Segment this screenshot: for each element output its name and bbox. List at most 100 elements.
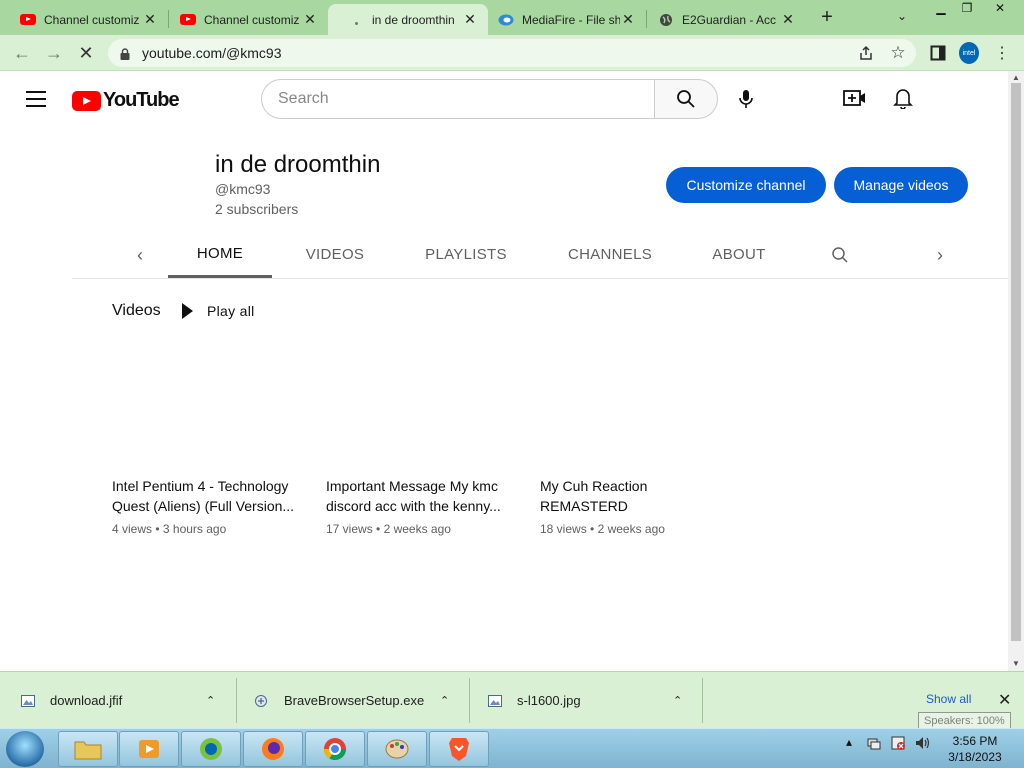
close-tab-icon[interactable]: ✕ — [302, 11, 318, 28]
play-all-label: Play all — [207, 303, 255, 319]
start-button[interactable] — [6, 731, 44, 767]
bookmark-star-icon[interactable]: ☆ — [888, 43, 908, 63]
youtube-icon — [180, 12, 196, 28]
video-thumbnail[interactable] — [326, 346, 516, 466]
forward-arrow-icon[interactable]: → — [42, 41, 66, 65]
show-all-downloads-link[interactable]: Show all — [926, 692, 971, 706]
download-filename: download.jfif — [50, 693, 123, 708]
chevron-up-icon[interactable]: ⌃ — [673, 694, 682, 707]
restore-icon[interactable]: ❐ — [954, 0, 980, 18]
new-tab-button[interactable]: + — [818, 6, 836, 28]
video-add-icon — [843, 90, 865, 106]
close-tab-icon[interactable]: ✕ — [620, 11, 636, 28]
brave-taskbar-button[interactable] — [429, 731, 489, 767]
browser-tab-2[interactable]: Channel customiz ✕ — [160, 4, 328, 35]
system-clock[interactable]: 3:56 PM 3/18/2023 — [940, 733, 1010, 765]
address-bar[interactable]: youtube.com/@kmc93 — [108, 39, 916, 67]
browser-tab-4[interactable]: MediaFire - File sh ✕ — [478, 4, 646, 35]
show-hidden-icons-icon[interactable]: ▴ — [846, 735, 852, 749]
tab-about[interactable]: ABOUT — [692, 231, 786, 278]
minimize-icon[interactable]: ▁ — [928, 0, 954, 18]
close-tab-icon[interactable]: ✕ — [462, 11, 478, 28]
tab-videos[interactable]: VIDEOS — [282, 231, 388, 278]
close-shelf-icon[interactable]: ✕ — [998, 690, 1011, 710]
videos-section-title: Videos — [112, 302, 161, 319]
firefox-icon — [262, 738, 284, 760]
paint-taskbar-button[interactable] — [367, 731, 427, 767]
tab-home[interactable]: HOME — [168, 231, 272, 278]
scroll-down-icon[interactable]: ▼ — [1012, 659, 1020, 668]
youtube-wordmark: YouTube — [103, 89, 180, 111]
lock-icon — [120, 47, 130, 60]
windows-taskbar: ▴ 3:56 PM 3/18/2023 — [0, 728, 1024, 768]
youtube-icon — [20, 12, 36, 28]
intel-app-taskbar-button[interactable] — [181, 731, 241, 767]
hamburger-menu-icon[interactable] — [26, 91, 46, 107]
scroll-up-icon[interactable]: ▲ — [1012, 73, 1020, 82]
tab-playlists[interactable]: PLAYLISTS — [410, 231, 522, 278]
media-player-icon — [139, 740, 159, 758]
notifications-button[interactable] — [888, 83, 918, 113]
video-card[interactable]: My Cuh Reaction REMASTERD 18 views • 2 w… — [540, 346, 730, 536]
search-button[interactable] — [654, 79, 718, 119]
chrome-taskbar-button[interactable] — [305, 731, 365, 767]
play-all-button[interactable]: Play all — [182, 303, 255, 319]
video-title[interactable]: My Cuh Reaction REMASTERD — [540, 476, 730, 516]
loading-icon — [348, 12, 364, 28]
page-scrollbar[interactable]: ▲ ▼ — [1008, 71, 1024, 671]
chevron-up-icon[interactable]: ⌃ — [440, 694, 449, 707]
download-item[interactable]: s-l1600.jpg ⌃ — [487, 672, 703, 729]
microphone-icon — [739, 90, 753, 108]
side-panel-icon[interactable] — [928, 43, 948, 63]
video-thumbnail[interactable] — [112, 346, 302, 466]
download-item[interactable]: BraveBrowserSetup.exe ⌃ — [254, 672, 470, 729]
back-arrow-icon[interactable]: ← — [10, 41, 34, 65]
action-center-warning-icon[interactable] — [890, 735, 906, 754]
browser-tab-1[interactable]: Channel customiz ✕ — [0, 4, 168, 35]
brave-lion-icon — [449, 738, 469, 761]
clock-date: 3/18/2023 — [948, 750, 1002, 764]
chevron-right-icon[interactable]: › — [930, 245, 950, 265]
download-item[interactable]: download.jfif ⌃ — [20, 672, 236, 729]
url-text[interactable]: youtube.com/@kmc93 — [142, 45, 916, 61]
stop-loading-icon[interactable]: ✕ — [74, 41, 98, 65]
video-title[interactable]: Important Message My kmc discord acc wit… — [326, 476, 516, 516]
browser-tab-5[interactable]: E2Guardian - Acc ✕ — [638, 4, 806, 35]
close-tab-icon[interactable]: ✕ — [142, 11, 158, 28]
mediafire-icon — [498, 12, 514, 28]
video-meta: 18 views • 2 weeks ago — [540, 522, 665, 536]
close-tab-icon[interactable]: ✕ — [780, 11, 796, 28]
tab-channels[interactable]: CHANNELS — [552, 231, 668, 278]
subscriber-count: 2 subscribers — [215, 201, 299, 217]
share-icon[interactable] — [856, 43, 876, 63]
video-card[interactable]: Important Message My kmc discord acc wit… — [326, 346, 516, 536]
tab-title: in de droomthin — [372, 12, 455, 27]
channel-search-icon[interactable] — [830, 245, 850, 265]
customize-channel-button[interactable]: Customize channel — [666, 167, 826, 203]
channel-handle: @kmc93 — [215, 181, 271, 197]
profile-avatar[interactable]: intel — [959, 42, 979, 64]
browser-tab-3[interactable]: in de droomthin ✕ — [328, 4, 488, 35]
media-player-taskbar-button[interactable] — [119, 731, 179, 767]
create-video-button[interactable] — [840, 83, 870, 113]
search-input[interactable] — [278, 90, 655, 108]
manage-videos-button[interactable]: Manage videos — [834, 167, 968, 203]
download-filename: BraveBrowserSetup.exe — [284, 693, 425, 708]
close-window-icon[interactable]: ✕ — [982, 0, 1018, 18]
voice-search-button[interactable] — [730, 83, 762, 115]
scrollbar-thumb[interactable] — [1011, 83, 1021, 641]
file-explorer-taskbar-button[interactable] — [58, 731, 118, 767]
firefox-taskbar-button[interactable] — [243, 731, 303, 767]
chevron-up-icon[interactable]: ⌃ — [206, 694, 215, 707]
tab-search-chevron-icon[interactable]: ⌄ — [897, 9, 907, 23]
youtube-logo[interactable]: YouTube — [72, 89, 180, 112]
paint-palette-icon — [385, 739, 409, 759]
browser-menu-icon[interactable]: ⋮ — [992, 43, 1012, 63]
video-title[interactable]: Intel Pentium 4 - Technology Quest (Alie… — [112, 476, 302, 516]
speaker-volume-icon[interactable] — [914, 735, 932, 754]
video-meta: 17 views • 2 weeks ago — [326, 522, 451, 536]
network-icon[interactable] — [866, 735, 882, 754]
video-thumbnail[interactable] — [540, 346, 730, 466]
video-card[interactable]: Intel Pentium 4 - Technology Quest (Alie… — [112, 346, 302, 536]
chevron-left-icon[interactable]: ‹ — [130, 245, 150, 265]
